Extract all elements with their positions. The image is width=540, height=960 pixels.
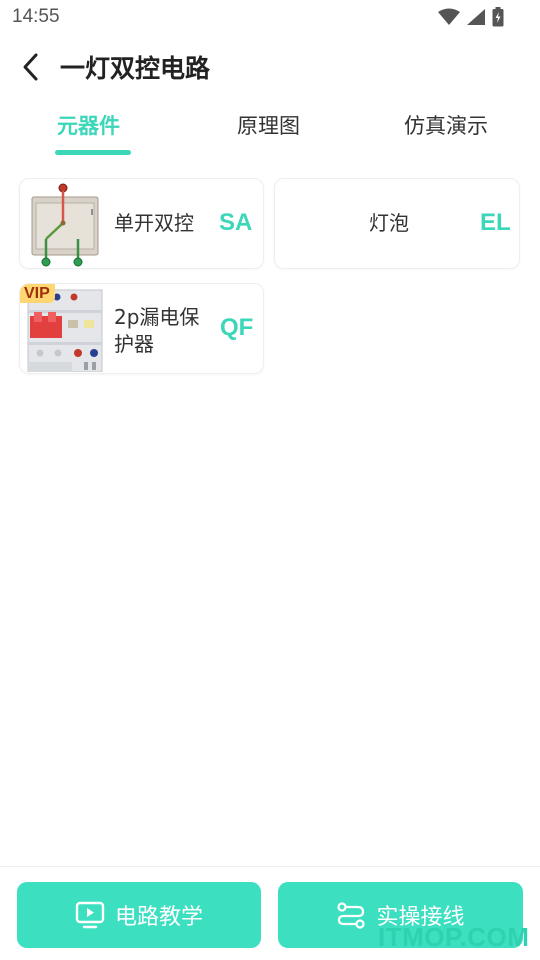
component-name-line: 护器	[114, 332, 154, 356]
component-code: EL	[480, 209, 511, 236]
tab-indicator	[55, 150, 131, 155]
play-screen-icon	[75, 901, 105, 929]
watermark: ITMOP.COM	[378, 922, 530, 952]
battery-icon	[492, 7, 504, 27]
status-icons	[438, 7, 504, 27]
chevron-left-icon	[23, 53, 38, 81]
signal-icon	[467, 9, 485, 25]
component-name: 灯泡	[369, 211, 409, 235]
tab-components[interactable]: 元器件	[57, 110, 120, 140]
bottom-divider	[0, 866, 540, 867]
component-card-bulb[interactable]: 灯泡 EL	[274, 178, 520, 269]
wifi-icon	[438, 8, 460, 25]
circuit-teaching-button[interactable]: 电路教学	[17, 882, 261, 948]
circuit-teaching-label: 电路教学	[114, 905, 203, 930]
component-name: 单开双控	[114, 211, 194, 235]
component-card-switch[interactable]: 单开双控 SA	[19, 178, 264, 269]
component-code: QF	[220, 314, 254, 341]
tab-simulation[interactable]: 仿真演示	[404, 110, 488, 140]
component-card-breaker[interactable]: VIP 2p漏电保 护器 QF	[19, 283, 264, 374]
app-header: 一灯双控电路	[0, 40, 540, 92]
component-name: 2p漏电保 护器	[114, 304, 199, 358]
vip-badge: VIP	[20, 284, 55, 303]
back-button[interactable]	[14, 50, 48, 84]
component-code: SA	[219, 209, 253, 236]
status-time: 14:55	[12, 6, 60, 27]
tab-bar: 元器件 原理图 仿真演示	[0, 104, 540, 160]
page-title: 一灯双控电路	[60, 54, 211, 83]
component-name-line: 2p漏电保	[114, 305, 200, 329]
double-control-switch-image	[31, 183, 99, 267]
tab-schematic[interactable]: 原理图	[237, 110, 300, 140]
status-bar: 14:55	[0, 0, 540, 36]
route-icon	[337, 902, 366, 929]
